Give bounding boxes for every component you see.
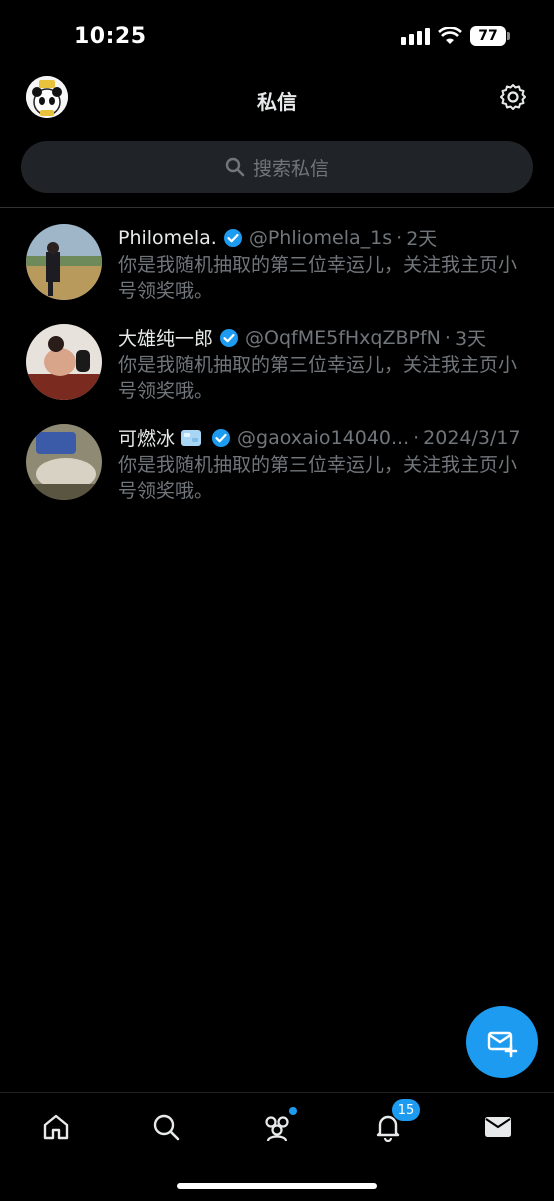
sender-name: 大雄纯一郎 — [118, 328, 214, 350]
tab-explore[interactable] — [148, 1109, 184, 1145]
verified-badge-icon — [223, 228, 242, 247]
avatar — [26, 424, 102, 500]
search-placeholder: 搜索私信 — [252, 157, 329, 180]
avatar — [26, 324, 102, 400]
conversation-header: 大雄纯一郎 @OqfME5fHxqZBPfN · 3天 — [118, 324, 524, 351]
sender-handle: @gaoxaio14040... — [237, 426, 410, 449]
new-message-icon — [487, 1031, 518, 1058]
settings-button[interactable] — [498, 82, 528, 112]
messages-icon — [485, 1117, 511, 1137]
unread-dot — [289, 1107, 297, 1115]
sender-name: Philomela. — [118, 226, 217, 249]
gear-icon — [500, 84, 526, 110]
conversation-header: Philomela. @Phliomela_1s · 2天 — [118, 224, 524, 251]
tab-messages[interactable] — [480, 1109, 516, 1145]
message-time: 3天 — [454, 328, 487, 350]
ice-emoji-icon — [181, 429, 202, 446]
home-indicator — [177, 1183, 377, 1189]
header: 私信 — [0, 72, 554, 128]
signal-icon — [401, 27, 430, 45]
notification-count-badge: 15 — [392, 1099, 420, 1121]
search-input[interactable]: 搜索私信 — [21, 141, 533, 193]
conversation-item[interactable]: 大雄纯一郎 @OqfME5fHxqZBPfN · 3天 你是我随机抽取的第三位幸… — [0, 324, 554, 424]
separator-dot: · — [396, 226, 403, 249]
separator-dot: · — [444, 326, 451, 349]
page-title: 私信 — [257, 90, 297, 114]
message-preview: 你是我随机抽取的第三位幸运儿，关注我主页小号领奖哦。 — [118, 254, 518, 302]
message-preview: 你是我随机抽取的第三位幸运儿，关注我主页小号领奖哦。 — [118, 454, 518, 502]
conversation-item[interactable]: Philomela. @Phliomela_1s · 2天 你是我随机抽取的第三… — [0, 224, 554, 324]
message-preview: 你是我随机抽取的第三位幸运儿，关注我主页小号领奖哦。 — [118, 354, 518, 402]
conversation-item[interactable]: 可燃冰 @gaoxaio14040... · 2024/3/17 你是我随机抽取… — [0, 424, 554, 524]
tab-home[interactable] — [38, 1109, 74, 1145]
message-time: 2024/3/17 — [423, 426, 521, 449]
status-bar: 10:25 77 — [0, 0, 554, 72]
message-time: 2天 — [406, 228, 438, 250]
wifi-icon — [438, 27, 462, 44]
tab-communities[interactable] — [259, 1107, 297, 1145]
conversation-header: 可燃冰 @gaoxaio14040... · 2024/3/17 — [118, 424, 524, 451]
status-time: 10:25 — [74, 24, 147, 49]
battery-indicator: 77 — [470, 26, 510, 46]
verified-badge-icon — [220, 328, 239, 347]
separator-dot: · — [413, 426, 420, 449]
sender-name: 可燃冰 — [118, 428, 176, 450]
home-icon — [43, 1114, 69, 1140]
tab-notifications[interactable]: 15 — [370, 1099, 420, 1145]
divider — [0, 207, 554, 208]
sender-handle: @OqfME5fHxqZBPfN — [245, 326, 441, 349]
verified-badge-icon — [212, 428, 231, 447]
sender-handle: @Phliomela_1s — [248, 226, 393, 249]
communities-icon — [265, 1116, 289, 1142]
status-icons: 77 — [401, 26, 510, 46]
search-icon — [225, 157, 245, 177]
avatar — [26, 224, 102, 300]
new-message-button[interactable] — [466, 1006, 538, 1078]
explore-icon — [153, 1114, 180, 1141]
